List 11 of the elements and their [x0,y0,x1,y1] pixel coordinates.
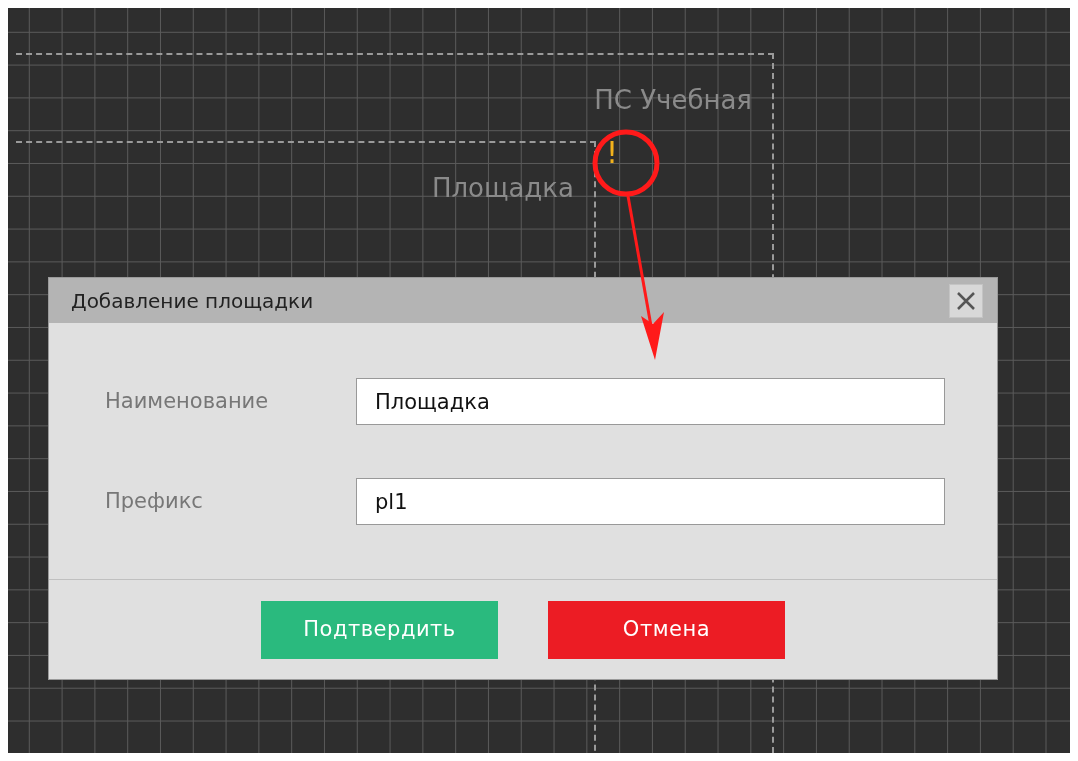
cancel-button[interactable]: Отмена [548,601,785,659]
field-label: Префикс [105,487,204,515]
warning-mark: ! [606,138,619,168]
close-button[interactable] [949,283,983,318]
area-label: ПС Учебная [594,84,752,117]
dialog-title: Добавление площадки [71,287,314,315]
text-field[interactable]: Площадка [356,378,945,425]
text-field[interactable]: pl1 [356,478,945,525]
field-label: Наименование [105,387,270,415]
area-label: Площадка [431,172,574,205]
close-icon [955,289,977,312]
